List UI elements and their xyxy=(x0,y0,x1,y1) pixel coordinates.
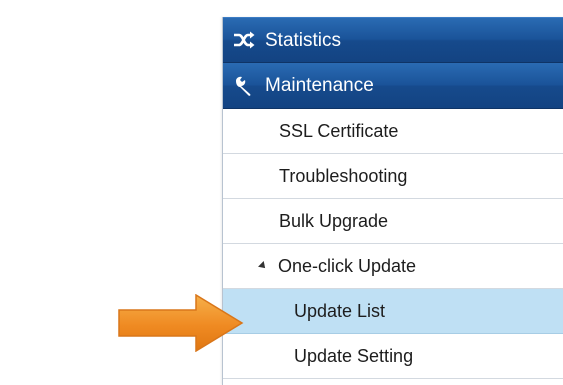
menu-update-setting-label: Update Setting xyxy=(294,345,414,366)
expand-triangle-icon[interactable] xyxy=(258,261,268,271)
shuffle-icon xyxy=(233,29,255,51)
wrench-icon xyxy=(233,75,255,97)
menu-bulk-upgrade[interactable]: Bulk Upgrade xyxy=(223,199,563,244)
menu-ssl-certificate[interactable]: SSL Certificate xyxy=(223,109,563,154)
arrow-right-icon xyxy=(118,294,244,352)
menu-one-click-update[interactable]: One-click Update xyxy=(223,244,563,289)
menu-ssl-certificate-label: SSL Certificate xyxy=(279,120,399,141)
menu-troubleshooting-label: Troubleshooting xyxy=(279,165,408,186)
menu-maintenance-label: Maintenance xyxy=(265,75,374,96)
menu-maintenance[interactable]: Maintenance xyxy=(223,63,563,109)
sidebar-menu: Statistics Maintenance SSL Certificate T… xyxy=(222,17,563,385)
menu-update-setting[interactable]: Update Setting xyxy=(223,334,563,379)
menu-statistics[interactable]: Statistics xyxy=(223,17,563,63)
menu-one-click-update-label: One-click Update xyxy=(278,255,417,276)
menu-update-list-label: Update List xyxy=(294,300,386,321)
menu-update-list[interactable]: Update List xyxy=(223,289,563,334)
menu-statistics-label: Statistics xyxy=(265,29,342,51)
menu-bulk-upgrade-label: Bulk Upgrade xyxy=(279,210,389,231)
menu-troubleshooting[interactable]: Troubleshooting xyxy=(223,154,563,199)
